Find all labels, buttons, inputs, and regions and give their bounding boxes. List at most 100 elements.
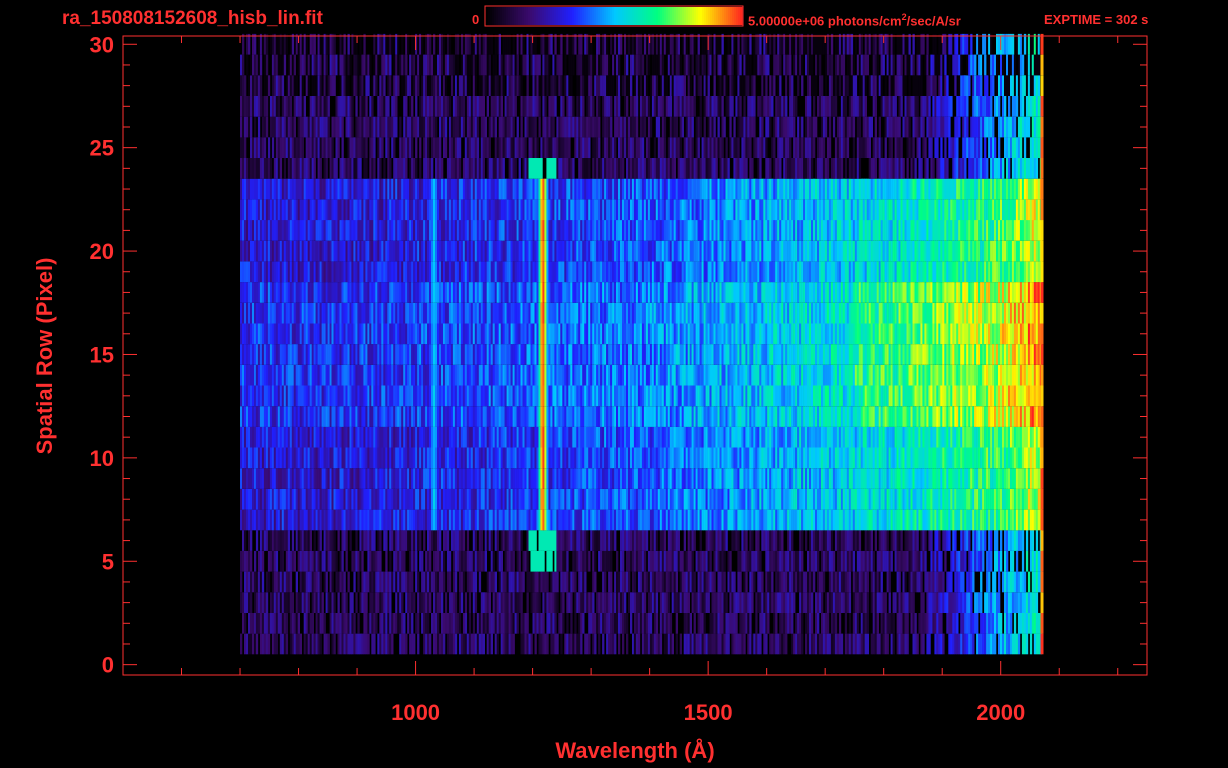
heatmap-cell [824,426,828,448]
heatmap-cell [297,364,300,386]
heatmap-cell [1008,447,1011,469]
heatmap-cell [1027,406,1031,427]
heatmap-cell [506,633,509,655]
heatmap-cell [643,571,647,593]
heatmap-cell [554,592,557,613]
heatmap-cell [998,592,1001,613]
heatmap-cell [948,613,951,634]
heatmap-cell [337,633,340,655]
heatmap-cell [534,426,537,448]
heatmap-cell [626,571,629,593]
heatmap-cell [771,530,774,551]
heatmap-cell [478,426,482,448]
heatmap-cell [582,530,585,551]
heatmap-cell [339,447,342,469]
heatmap-cell [900,550,903,572]
heatmap-cell [606,633,609,655]
heatmap-cell [1035,447,1039,469]
heatmap-cell [763,633,766,655]
heatmap-cell [554,613,557,634]
heatmap-cell [305,530,308,551]
heatmap-cell [470,468,474,489]
heatmap-cell [401,406,404,427]
heatmap-cell [898,385,901,407]
heatmap-cell [838,468,842,489]
heatmap-cell [739,385,742,407]
heatmap-cell [522,509,525,531]
heatmap-cell [596,468,599,489]
heatmap-cell [570,426,573,448]
heatmap-cell [791,530,794,551]
heatmap-cell [255,571,259,593]
heatmap-cell [980,592,983,613]
heatmap-cell [441,488,444,510]
heatmap-cell [252,509,255,531]
heatmap-cell [998,426,1001,448]
heatmap-cell [922,468,925,489]
heatmap-cell [512,468,515,489]
heatmap-cell [830,633,834,655]
heatmap-cell [409,364,412,386]
heatmap-cell [898,571,901,593]
heatmap-cell [904,488,907,510]
heatmap-cell [339,571,342,593]
heatmap-cell [749,550,752,572]
heatmap-cell [1011,530,1015,551]
heatmap-cell [914,633,917,655]
heatmap-cell [554,426,557,448]
heatmap-cell [562,550,565,572]
heatmap-cell [749,385,752,407]
heatmap-cell [635,406,639,427]
heatmap-cell [731,592,734,613]
heatmap-cell [423,406,426,427]
heatmap-cell [608,385,611,407]
heatmap-cell [671,447,674,469]
heatmap-cell [990,406,993,427]
heatmap-cell [633,530,637,551]
heatmap-cell [914,406,917,427]
heatmap-cell [663,468,667,489]
heatmap-cell [1006,426,1009,448]
heatmap-cell [962,550,965,572]
heatmap-cell [554,488,557,510]
heatmap-cell [848,530,852,551]
heatmap-cell [703,447,706,469]
heatmap-cell [932,426,935,448]
heatmap-cell [733,468,736,489]
heatmap-cell [667,550,671,572]
heatmap-cell [994,426,997,448]
heatmap-cell [898,488,901,510]
heatmap-cell [1019,613,1023,634]
heatmap-cell [411,364,414,386]
heatmap-cell [872,468,875,489]
heatmap-cell [643,633,647,655]
heatmap-cell [950,426,953,448]
heatmap-cell [305,468,308,489]
heatmap-cell [325,530,328,551]
heatmap-cell [813,530,816,551]
heatmap-cell [321,592,324,613]
heatmap-cell [842,592,846,613]
heatmap-cell [653,426,657,448]
heatmap-cell [345,592,348,613]
heatmap-cell [409,509,412,531]
heatmap-cell [1027,468,1031,489]
heatmap-cell [699,613,702,634]
heatmap-cell [828,488,832,510]
heatmap-cell [383,613,386,634]
heatmap-cell [691,488,694,510]
heatmap-cell [886,488,889,510]
heatmap-cell [586,592,589,613]
heatmap-cell [303,447,306,469]
heatmap-cell [558,509,561,531]
heatmap-cell [1017,530,1021,551]
heatmap-cell [709,406,712,427]
heatmap-cell [628,550,631,572]
heatmap-cell [769,447,772,469]
heatmap-cell [1021,530,1025,551]
heatmap-cell [677,426,680,448]
heatmap-cell [496,364,499,386]
heatmap-cell [484,592,487,613]
heatmap-cell [295,488,298,510]
heatmap-cell [801,509,804,531]
